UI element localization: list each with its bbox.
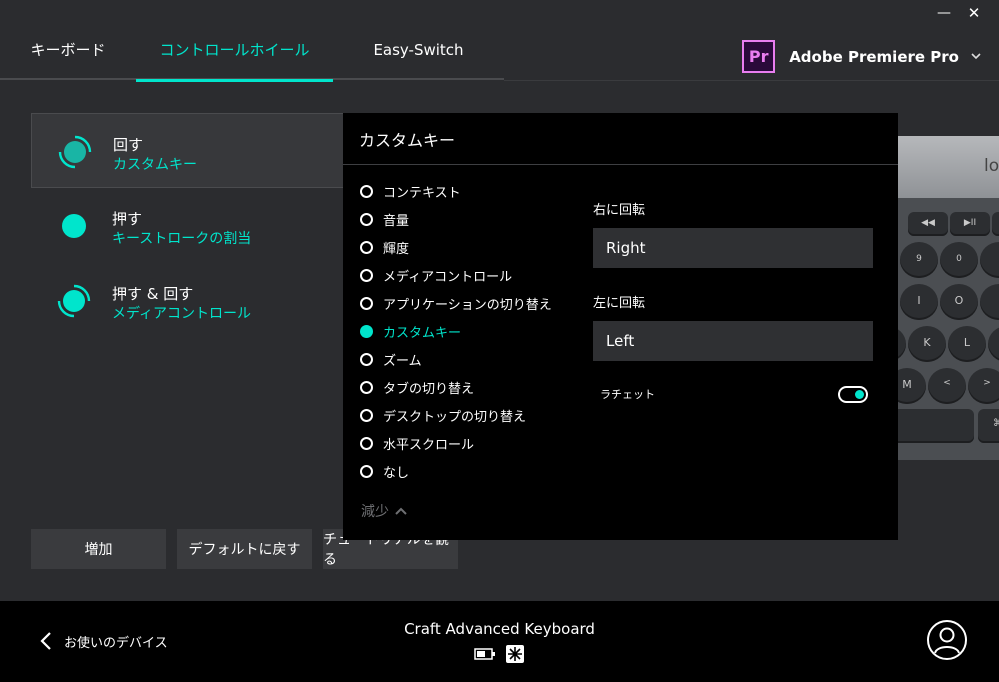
option-label: アプリケーションの切り替え (383, 297, 552, 313)
device-status (474, 645, 524, 663)
ratchet-toggle[interactable] (838, 386, 868, 403)
option-label: メディアコントロール (383, 269, 513, 285)
window-controls: — ✕ (937, 4, 981, 22)
function-title: 押す (112, 210, 143, 228)
function-title: 押す & 回す (112, 285, 194, 303)
wheel-function-list: 回す カスタムキー 押す キーストロークの割当 押す & 回す メディアコントロ… (31, 113, 351, 338)
option-custom-key[interactable]: カスタムキー (360, 317, 552, 345)
panel-title: カスタムキー (359, 131, 456, 150)
function-press[interactable]: 押す キーストロークの割当 (31, 188, 351, 263)
option-label: デスクトップの切り替え (383, 409, 527, 425)
custom-key-panel: カスタムキー コンテキスト 音量 輝度 メディアコントロール アプリケーションの… (343, 113, 898, 540)
key-0: 0 (940, 242, 978, 278)
key-partial (992, 212, 999, 236)
device-name: Craft Advanced Keyboard (404, 620, 595, 638)
account-icon[interactable] (926, 619, 968, 661)
radio-icon (360, 464, 373, 478)
option-brightness[interactable]: 輝度 (360, 233, 552, 261)
option-label: ズーム (383, 353, 422, 369)
footer-bar: お使いのデバイス Craft Advanced Keyboard (0, 601, 999, 682)
wheel-rotate-icon (58, 135, 92, 169)
function-press-rotate[interactable]: 押す & 回す メディアコントロール (31, 263, 351, 338)
option-label: 音量 (383, 213, 410, 229)
premiere-app-icon: Pr (742, 40, 776, 73)
key-minus-partial (980, 242, 999, 278)
radio-icon (360, 268, 373, 282)
option-zoom[interactable]: ズーム (360, 345, 552, 373)
radio-icon (360, 184, 373, 198)
option-label: 輝度 (383, 241, 410, 257)
radio-icon (360, 352, 373, 366)
option-desktop-switch[interactable]: デスクトップの切り替え (360, 401, 552, 429)
function-title: 回す (113, 136, 144, 154)
rotate-left-field[interactable]: Left (593, 321, 873, 361)
chevron-up-icon (395, 507, 407, 515)
option-app-switch[interactable]: アプリケーションの切り替え (360, 289, 552, 317)
key-p-partial (980, 284, 999, 320)
panel-divider (343, 164, 898, 165)
option-label: なし (383, 465, 410, 481)
key-i: I (900, 284, 938, 320)
tab-bar: キーボード コントロールホイール Easy-Switch (0, 28, 504, 82)
radio-icon (360, 408, 373, 422)
option-horizontal-scroll[interactable]: 水平スクロール (360, 429, 552, 457)
rotate-left-label: 左に回転 (593, 296, 646, 311)
radio-icon (360, 212, 373, 226)
radio-selected-icon (360, 324, 373, 338)
key-o: O (940, 284, 978, 320)
reset-default-button[interactable]: デフォルトに戻す (177, 529, 312, 569)
tab-control-wheel[interactable]: コントロールホイール (136, 28, 333, 82)
wheel-press-rotate-icon (57, 284, 91, 318)
option-context[interactable]: コンテキスト (360, 177, 552, 205)
minimize-icon[interactable]: — (937, 4, 951, 22)
close-icon[interactable]: ✕ (967, 4, 981, 22)
option-label: カスタムキー (383, 325, 462, 341)
logitech-logo: lo (984, 156, 999, 176)
radio-icon (360, 436, 373, 450)
chevron-down-icon (971, 53, 981, 60)
function-assignment: メディアコントロール (112, 306, 252, 322)
key-l: L (948, 326, 986, 362)
radio-icon (360, 240, 373, 254)
key-cmd: ⌘ (978, 409, 999, 443)
radio-icon (360, 296, 373, 310)
rotate-right-field[interactable]: Right (593, 228, 873, 268)
wheel-press-icon (56, 208, 92, 244)
key-period: > (968, 368, 999, 404)
function-options: コンテキスト 音量 輝度 メディアコントロール アプリケーションの切り替え カス… (360, 177, 552, 485)
option-volume[interactable]: 音量 (360, 205, 552, 233)
key-semicolon-partial (988, 326, 999, 362)
rotate-right-label: 右に回転 (593, 203, 646, 218)
unifying-receiver-icon (506, 645, 524, 663)
option-label: タブの切り替え (383, 381, 475, 397)
function-rotate[interactable]: 回す カスタムキー (31, 113, 351, 188)
add-button[interactable]: 増加 (31, 529, 166, 569)
tab-keyboard[interactable]: キーボード (0, 28, 136, 80)
option-tab-switch[interactable]: タブの切り替え (360, 373, 552, 401)
option-media-control[interactable]: メディアコントロール (360, 261, 552, 289)
key-k: K (908, 326, 946, 362)
ratchet-label: ラチェット (600, 388, 655, 401)
battery-icon (474, 648, 495, 660)
show-less-toggle[interactable]: 減少 (361, 501, 407, 521)
option-label: 水平スクロール (383, 437, 475, 453)
option-none[interactable]: なし (360, 457, 552, 485)
tab-easy-switch[interactable]: Easy-Switch (333, 28, 504, 80)
show-less-label: 減少 (361, 504, 389, 520)
function-assignment: カスタムキー (113, 157, 197, 173)
app-selector[interactable]: Pr Adobe Premiere Pro (742, 40, 981, 73)
key-comma: < (928, 368, 966, 404)
header-divider (504, 80, 999, 81)
key-9: 9 (900, 242, 938, 278)
key-play-pause: ▶II (950, 212, 990, 236)
toggle-knob (855, 390, 864, 399)
app-name: Adobe Premiere Pro (789, 47, 959, 66)
function-assignment: キーストロークの割当 (112, 231, 252, 247)
key-rewind: ◀◀ (908, 212, 948, 236)
option-label: コンテキスト (383, 185, 461, 201)
radio-icon (360, 380, 373, 394)
